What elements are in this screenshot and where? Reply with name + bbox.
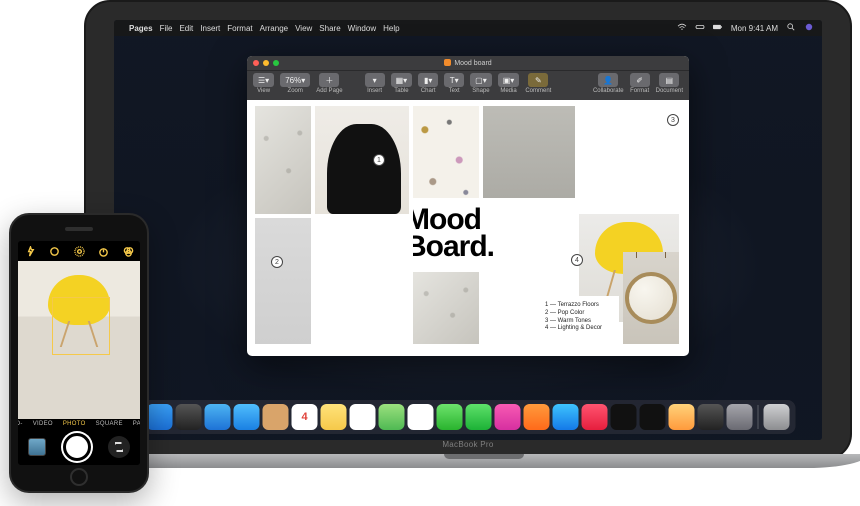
tool-media[interactable]: ▣▾Media bbox=[498, 73, 520, 94]
pages-toolbar: ☰▾View 76%▾Zoom ＋Add Page ▾Insert ▦▾Tabl… bbox=[247, 70, 689, 100]
last-photo-thumbnail[interactable] bbox=[28, 438, 46, 456]
legend-item-4: 4 — Lighting & Decor bbox=[545, 325, 615, 333]
tool-view[interactable]: ☰▾View bbox=[253, 73, 274, 94]
menu-share[interactable]: Share bbox=[319, 24, 340, 33]
macbook-screen: Pages File Edit Insert Format Arrange Vi… bbox=[114, 20, 822, 440]
camera-flip-button[interactable] bbox=[108, 436, 130, 458]
camera-bottom-bar: SLO-MO VIDEO PHOTO SQUARE PANO bbox=[18, 419, 140, 465]
dock-home-icon[interactable] bbox=[669, 404, 695, 430]
dock-messages-icon[interactable] bbox=[437, 404, 463, 430]
tool-format[interactable]: ✐Format bbox=[630, 73, 650, 94]
pin-3[interactable]: 3 bbox=[667, 114, 679, 126]
dock-notes-icon[interactable] bbox=[321, 404, 347, 430]
battery-status-icon[interactable] bbox=[713, 23, 723, 33]
macbook-device: MacBook Pro Pages File Edit Insert Forma… bbox=[84, 0, 852, 500]
filters-icon[interactable] bbox=[122, 245, 134, 257]
menu-file[interactable]: File bbox=[160, 24, 173, 33]
live-photo-icon[interactable] bbox=[73, 245, 85, 257]
hdr-toggle-icon[interactable] bbox=[49, 245, 61, 257]
camera-viewfinder[interactable] bbox=[18, 261, 140, 419]
menu-arrange[interactable]: Arrange bbox=[260, 24, 288, 33]
dock-appstore-icon[interactable] bbox=[553, 404, 579, 430]
legend-item-1: 1 — Terrazzo Floors bbox=[545, 302, 615, 310]
document-heading[interactable]: MoodBoard. bbox=[413, 198, 575, 268]
timer-icon[interactable] bbox=[98, 245, 110, 257]
dock-calendar-icon[interactable]: 4 bbox=[292, 404, 318, 430]
legend-item-3: 3 — Warm Tones bbox=[545, 318, 615, 326]
camera-top-bar bbox=[18, 241, 140, 261]
dock-siri-icon[interactable] bbox=[698, 404, 724, 430]
window-titlebar[interactable]: Mood board bbox=[247, 56, 689, 70]
menubar-app-name[interactable]: Pages bbox=[129, 24, 153, 33]
tool-shape[interactable]: ▢▾Shape bbox=[470, 73, 492, 94]
pages-window: Mood board ☰▾View 76%▾Zoom ＋Add Page ▾In… bbox=[247, 56, 689, 356]
tool-document[interactable]: ▤Document bbox=[656, 73, 683, 94]
menu-edit[interactable]: Edit bbox=[179, 24, 193, 33]
tile-marble-floor[interactable] bbox=[255, 218, 311, 344]
document-canvas[interactable]: MoodBoard. 1 — Terrazzo Floors 2 — Pop C… bbox=[255, 106, 681, 348]
menubar-clock[interactable]: Mon 9:41 AM bbox=[731, 24, 778, 33]
iphone-screen: SLO-MO VIDEO PHOTO SQUARE PANO bbox=[18, 241, 140, 465]
menu-format[interactable]: Format bbox=[227, 24, 252, 33]
dock-photos-icon[interactable] bbox=[408, 404, 434, 430]
dock-stocks-icon[interactable] bbox=[611, 404, 637, 430]
pin-1[interactable]: 1 bbox=[373, 154, 385, 166]
dock-itunes-icon[interactable] bbox=[495, 404, 521, 430]
control-center-icon[interactable] bbox=[695, 23, 705, 33]
siri-icon[interactable] bbox=[804, 23, 814, 33]
legend-box: 1 — Terrazzo Floors 2 — Pop Color 3 — Wa… bbox=[541, 296, 619, 344]
macbook-label: MacBook Pro bbox=[84, 440, 852, 449]
iphone-home-button[interactable] bbox=[70, 468, 88, 486]
tile-black-chair[interactable] bbox=[315, 106, 409, 214]
macos-desktop: Pages File Edit Insert Format Arrange Vi… bbox=[114, 20, 822, 440]
dock-reminders-icon[interactable] bbox=[350, 404, 376, 430]
shutter-button[interactable] bbox=[63, 433, 91, 461]
iphone-speaker bbox=[65, 227, 93, 231]
menu-view[interactable]: View bbox=[295, 24, 312, 33]
dock-maps-icon[interactable] bbox=[379, 404, 405, 430]
dock-contacts-icon[interactable] bbox=[263, 404, 289, 430]
dock-safari-icon[interactable] bbox=[205, 404, 231, 430]
tool-comment[interactable]: ✎Comment bbox=[525, 73, 551, 94]
autofocus-indicator bbox=[52, 297, 110, 355]
dock-trash-icon[interactable] bbox=[764, 404, 790, 430]
legend-item-2: 2 — Pop Color bbox=[545, 310, 615, 318]
tool-insert[interactable]: ▾Insert bbox=[365, 73, 385, 94]
dock: 4 bbox=[141, 400, 796, 434]
dock-news-icon[interactable] bbox=[582, 404, 608, 430]
tile-granite[interactable] bbox=[255, 106, 311, 214]
tile-stone[interactable] bbox=[413, 272, 479, 344]
dock-voicememos-icon[interactable] bbox=[640, 404, 666, 430]
dock-launchpad-icon[interactable] bbox=[176, 404, 202, 430]
dock-books-icon[interactable] bbox=[524, 404, 550, 430]
flash-toggle-icon[interactable] bbox=[24, 245, 36, 257]
dock-mail-icon[interactable] bbox=[234, 404, 260, 430]
document-title: Mood board bbox=[247, 59, 689, 67]
macbook-notch bbox=[444, 454, 524, 459]
pin-2[interactable]: 2 bbox=[271, 256, 283, 268]
menubar: Pages File Edit Insert Format Arrange Vi… bbox=[114, 20, 822, 36]
dock-facetime-icon[interactable] bbox=[466, 404, 492, 430]
tool-add-page[interactable]: ＋Add Page bbox=[316, 73, 342, 94]
wifi-status-icon[interactable] bbox=[677, 23, 687, 33]
tool-chart[interactable]: ▮▾Chart bbox=[418, 73, 438, 94]
pin-4[interactable]: 4 bbox=[571, 254, 583, 266]
menu-insert[interactable]: Insert bbox=[200, 24, 220, 33]
tool-table[interactable]: ▦▾Table bbox=[391, 73, 413, 94]
menu-window[interactable]: Window bbox=[348, 24, 376, 33]
tool-collaborate[interactable]: 👤Collaborate bbox=[593, 73, 624, 94]
tool-text[interactable]: T▾Text bbox=[444, 73, 464, 94]
iphone-device: SLO-MO VIDEO PHOTO SQUARE PANO bbox=[9, 213, 149, 493]
tool-zoom[interactable]: 76%▾Zoom bbox=[280, 73, 310, 94]
menu-help[interactable]: Help bbox=[383, 24, 399, 33]
tile-round-mirror[interactable] bbox=[623, 252, 679, 344]
dock-separator bbox=[758, 405, 759, 429]
dock-finder-icon[interactable] bbox=[147, 404, 173, 430]
spotlight-icon[interactable] bbox=[786, 23, 796, 33]
dock-systemprefs-icon[interactable] bbox=[727, 404, 753, 430]
